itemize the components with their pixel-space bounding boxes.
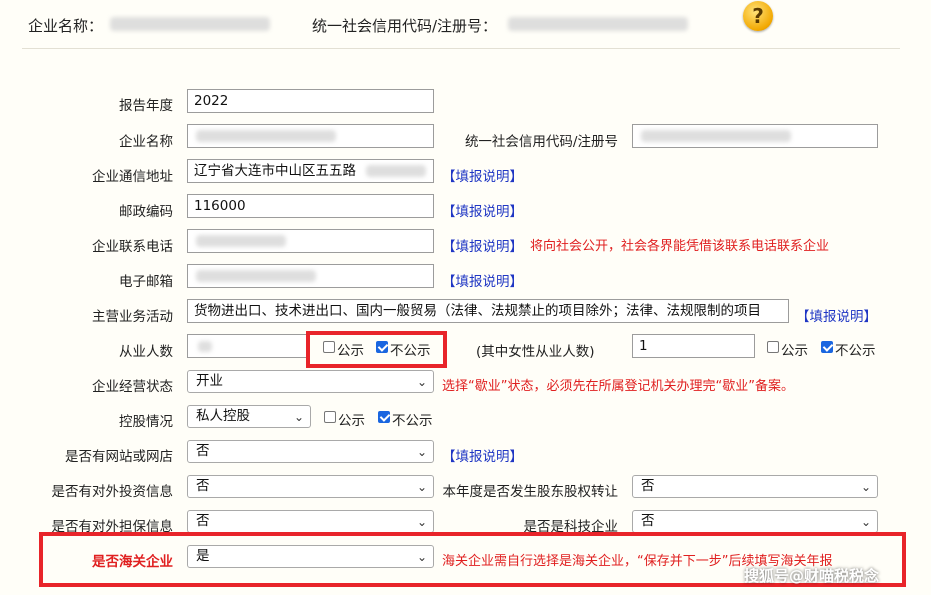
status-note: 选择“歇业”状态，必须先在所属登记机关办理完“歇业”备案。 xyxy=(442,379,794,394)
report-year-label: 报告年度 xyxy=(119,98,173,114)
female-employees-label: (其中女性从业人数) xyxy=(476,344,595,360)
equity-transfer-select-value: 否 xyxy=(641,478,655,494)
chevron-down-icon: ⌄ xyxy=(416,375,427,389)
tech-select-value: 否 xyxy=(641,513,655,529)
address-help-link[interactable]: 【填报说明】 xyxy=(442,165,523,185)
business-label: 主营业务活动 xyxy=(92,309,173,325)
address-input[interactable]: 辽宁省大连市中山区五五路 xyxy=(187,159,434,183)
chevron-down-icon: ⌄ xyxy=(416,480,427,494)
female-employees-nonpublic-label: 不公示 xyxy=(835,343,876,359)
email-input[interactable] xyxy=(187,264,434,288)
phone-input[interactable] xyxy=(187,229,434,253)
address-redacted xyxy=(366,165,426,177)
equity-transfer-select[interactable]: 否 ⌄ xyxy=(632,475,878,498)
guarantee-select-value: 否 xyxy=(196,513,210,529)
equity-transfer-label: 本年度是否发生股东股权转让 xyxy=(442,484,619,500)
tech-select[interactable]: 否 ⌄ xyxy=(632,510,878,533)
employees-label: 从业人数 xyxy=(119,344,173,360)
phone-help-link[interactable]: 【填报说明】 xyxy=(442,235,523,255)
header-company-name-redacted xyxy=(110,17,270,31)
phone-label: 企业联系电话 xyxy=(92,239,173,255)
company-name-redacted xyxy=(196,130,336,142)
postcode-label: 邮政编码 xyxy=(119,204,173,220)
phone-note: 将向社会公开，社会各界能凭借该联系电话联系企业 xyxy=(530,239,830,254)
chevron-down-icon: ⌄ xyxy=(860,515,871,529)
email-redacted xyxy=(196,270,316,282)
investment-select-value: 否 xyxy=(196,478,210,494)
credit-code-label: 统一社会信用代码/注册号 xyxy=(464,134,618,150)
status-select-value: 开业 xyxy=(196,373,223,389)
chevron-down-icon: ⌄ xyxy=(860,480,871,494)
postcode-input[interactable]: 116000 xyxy=(187,194,434,218)
credit-code-redacted xyxy=(641,130,791,142)
investment-label: 是否有对外投资信息 xyxy=(51,484,174,500)
header-company-name-label: 企业名称： xyxy=(28,17,104,35)
annual-report-form-panel: 企业名称： 统一社会信用代码/注册号： ? 报告年度 2022 企业名称 统一社… xyxy=(0,0,931,595)
employees-input[interactable] xyxy=(187,334,307,358)
holding-select-value: 私人控股 xyxy=(196,408,250,424)
investment-select[interactable]: 否 ⌄ xyxy=(187,475,434,498)
holding-label: 控股情况 xyxy=(119,414,173,430)
chevron-down-icon: ⌄ xyxy=(416,515,427,529)
question-icon[interactable]: ? xyxy=(743,1,773,31)
female-employees-public-label: 公示 xyxy=(781,343,808,359)
guarantee-select[interactable]: 否 ⌄ xyxy=(187,510,434,533)
website-select-value: 否 xyxy=(196,443,210,459)
header-divider xyxy=(22,48,900,49)
phone-redacted xyxy=(196,235,286,247)
email-label: 电子邮箱 xyxy=(119,274,173,290)
holding-public-label: 公示 xyxy=(338,413,365,429)
employees-redacted xyxy=(198,341,212,352)
watermark: 搜狐号@财喵税税念 xyxy=(744,567,880,585)
company-name-label: 企业名称 xyxy=(119,134,173,150)
business-input[interactable]: 货物进出口、技术进出口、国内一般贸易（法律、法规禁止的项目除外；法律、法规限制的… xyxy=(187,299,789,323)
holding-select[interactable]: 私人控股 ⌄ xyxy=(187,405,311,428)
status-select[interactable]: 开业 ⌄ xyxy=(187,370,434,393)
female-employees-nonpublic-checkbox[interactable] xyxy=(821,341,833,353)
address-label: 企业通信地址 xyxy=(92,169,173,185)
website-help-link[interactable]: 【填报说明】 xyxy=(442,445,523,465)
email-help-link[interactable]: 【填报说明】 xyxy=(442,270,523,290)
business-help-link[interactable]: 【填报说明】 xyxy=(796,305,877,325)
website-select[interactable]: 否 ⌄ xyxy=(187,440,434,463)
holding-public-checkbox[interactable] xyxy=(324,411,336,423)
chevron-down-icon: ⌄ xyxy=(416,445,427,459)
credit-code-input[interactable] xyxy=(632,124,878,148)
report-year-input[interactable]: 2022 xyxy=(187,89,434,113)
address-value: 辽宁省大连市中山区五五路 xyxy=(194,163,356,179)
holding-nonpublic-label: 不公示 xyxy=(392,413,433,429)
header-credit-code-redacted xyxy=(508,17,688,31)
status-label: 企业经营状态 xyxy=(92,379,173,395)
holding-nonpublic-checkbox[interactable] xyxy=(378,411,390,423)
employees-highlight-box xyxy=(306,331,447,368)
chevron-down-icon: ⌄ xyxy=(293,410,304,424)
female-employees-input[interactable]: 1 xyxy=(632,334,755,358)
female-employees-public-checkbox[interactable] xyxy=(767,341,779,353)
company-name-input[interactable] xyxy=(187,124,434,148)
website-label: 是否有网站或网店 xyxy=(65,449,173,465)
postcode-help-link[interactable]: 【填报说明】 xyxy=(442,200,523,220)
header-credit-code-label: 统一社会信用代码/注册号： xyxy=(312,17,498,35)
